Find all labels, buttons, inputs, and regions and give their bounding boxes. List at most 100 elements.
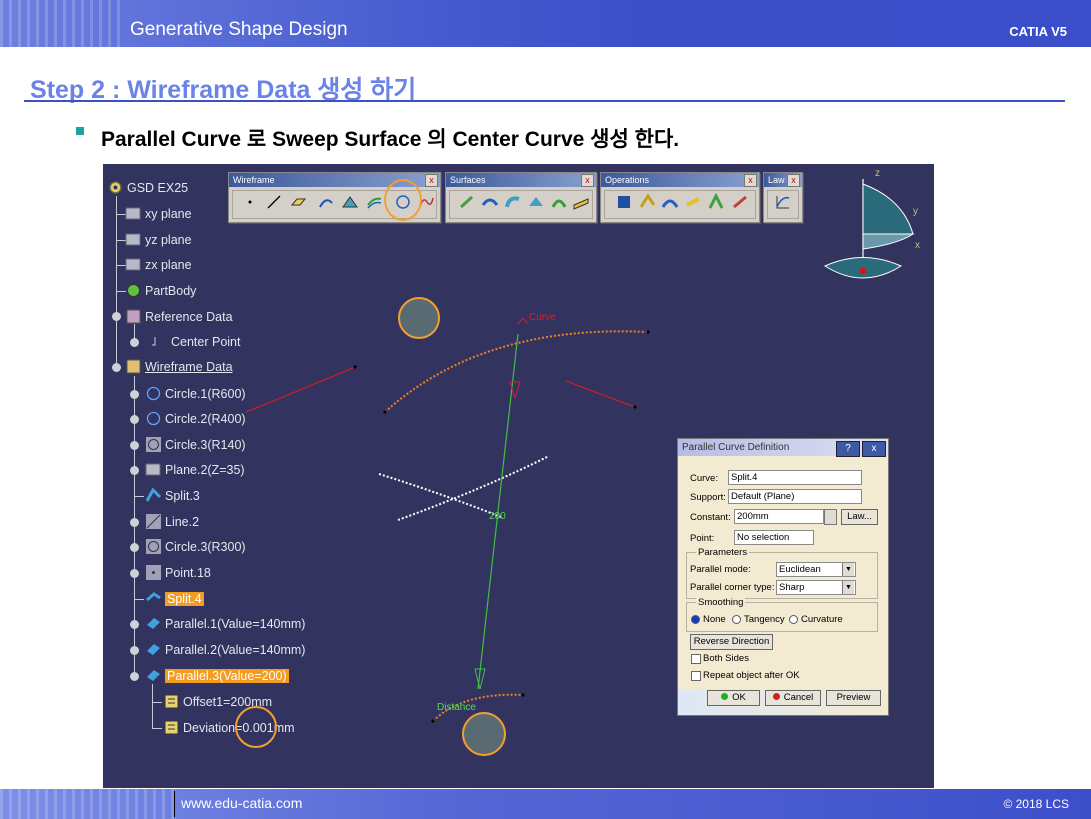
expand-icon[interactable] <box>130 620 139 629</box>
chevron-down-icon[interactable]: ▼ <box>842 563 854 576</box>
both-sides-checkbox[interactable] <box>691 654 701 664</box>
footer-url[interactable]: www.edu-catia.com <box>181 795 302 811</box>
point-field[interactable]: No selection <box>734 530 814 545</box>
expand-icon[interactable] <box>130 646 139 655</box>
expand-icon[interactable] <box>130 466 139 475</box>
tree-item-label: Point.18 <box>165 565 211 580</box>
tree-item-yz-plane[interactable]: yz plane <box>125 231 192 248</box>
expand-icon[interactable] <box>112 312 121 321</box>
chevron-down-icon[interactable]: ▼ <box>842 581 854 594</box>
parallel-curve-dialog[interactable]: Parallel Curve Definition ? x Curve: Spli… <box>677 438 889 716</box>
close-icon[interactable]: x <box>581 174 594 187</box>
tree-item-label: Parallel.1(Value=140mm) <box>165 616 306 631</box>
expand-icon[interactable] <box>130 415 139 424</box>
endpoint-3 <box>383 410 387 414</box>
constant-spinner[interactable] <box>824 509 837 525</box>
tree-item-split-3[interactable]: Split.3 <box>145 487 200 504</box>
parallel-curve-icon <box>147 670 160 681</box>
law-toolbar[interactable]: Law x <box>763 172 803 223</box>
preview-button[interactable]: Preview <box>826 690 881 706</box>
expand-icon[interactable] <box>130 569 139 578</box>
split-icon <box>146 592 161 602</box>
cancel-button[interactable]: Cancel <box>765 690 821 706</box>
offset-tool-icon[interactable] <box>481 193 499 211</box>
header-title: Generative Shape Design <box>130 19 348 40</box>
extrude-tool-icon[interactable] <box>458 193 476 211</box>
close-icon[interactable]: x <box>744 174 757 187</box>
tree-item-partbody[interactable]: PartBody <box>125 282 196 299</box>
constant-field[interactable]: 200mm <box>734 509 824 524</box>
tree-item-label: Circle.3(R300) <box>165 539 246 554</box>
curve-white-2 <box>397 455 550 521</box>
extrapolate-tool-icon[interactable] <box>707 192 725 211</box>
curve-field[interactable]: Split.4 <box>728 470 862 485</box>
repeat-label: Repeat object after OK <box>703 670 800 681</box>
highlight-marker <box>462 712 506 756</box>
expand-icon[interactable] <box>130 390 139 399</box>
geometrical-set-icon <box>126 359 141 374</box>
tree-item-reference-data[interactable]: Reference Data <box>125 308 233 325</box>
operations-toolbar[interactable]: Operations x <box>600 172 760 223</box>
expand-icon[interactable] <box>112 363 121 372</box>
tree-root[interactable]: GSD EX25 <box>107 179 188 196</box>
tree-item-parallel-2[interactable]: Parallel.2(Value=140mm) <box>145 641 305 658</box>
smoothing-tangency-radio[interactable] <box>732 615 741 624</box>
ok-button[interactable]: OK <box>707 690 760 706</box>
law-button[interactable]: Law... <box>841 509 878 525</box>
fillet-tool-icon[interactable] <box>661 193 679 211</box>
close-icon[interactable]: x <box>787 174 800 187</box>
tree-item-split-4[interactable]: Split.4 <box>145 590 204 607</box>
support-field[interactable]: Default (Plane) <box>728 489 862 504</box>
smoothing-curvature-radio[interactable] <box>789 615 798 624</box>
near-tool-icon[interactable] <box>731 193 749 211</box>
tree-root-label: GSD EX25 <box>127 180 189 195</box>
blend-tool-icon[interactable] <box>572 193 590 211</box>
dialog-title-bar[interactable]: Parallel Curve Definition ? x <box>678 439 888 457</box>
tree-item-label: Circle.2(R400) <box>165 411 246 426</box>
split-tool-icon[interactable] <box>638 193 656 211</box>
tree-item-label: Parallel.2(Value=140mm) <box>165 642 306 657</box>
highlight-marker <box>398 297 440 339</box>
loft-tool-icon[interactable] <box>550 193 568 211</box>
catia-viewport[interactable]: z y x Curve 200 Distance Wireframe x Surf… <box>103 164 934 788</box>
surfaces-toolbar[interactable]: Surfaces x <box>445 172 597 223</box>
close-button[interactable]: x <box>862 441 886 457</box>
tree-item-circle-2[interactable]: Circle.2(R400) <box>145 410 246 427</box>
tree-connector <box>134 599 144 600</box>
parallel-curve-tool-icon[interactable] <box>365 193 383 211</box>
tree-item-xy-plane[interactable]: xy plane <box>125 205 192 222</box>
split-icon <box>145 487 162 502</box>
sweep-tool-icon[interactable] <box>504 193 522 211</box>
bullet-text: Parallel Curve 로 Sweep Surface 의 Center … <box>101 128 680 151</box>
reverse-direction-button[interactable]: Reverse Direction <box>690 634 773 650</box>
expand-icon[interactable] <box>130 441 139 450</box>
help-button[interactable]: ? <box>836 441 860 457</box>
distance-label: Distance <box>437 702 476 713</box>
tree-item-parallel-3[interactable]: Parallel.3(Value=200) <box>145 667 289 684</box>
tree-item-parallel-1[interactable]: Parallel.1(Value=140mm) <box>145 615 305 632</box>
tree-item-center-point[interactable]: Center Point <box>147 333 240 350</box>
translate-tool-icon[interactable] <box>684 193 702 211</box>
tree-item-wireframe-data[interactable]: Wireframe Data <box>125 358 233 375</box>
smoothing-none-radio[interactable] <box>691 615 700 624</box>
cancel-icon <box>772 693 780 700</box>
repeat-checkbox[interactable] <box>691 671 701 681</box>
tree-item-circle-3[interactable]: Circle.3(R140) <box>145 436 246 453</box>
tree-item-circle-3-r300[interactable]: Circle.3(R300) <box>145 538 246 555</box>
tree-item-circle-1[interactable]: Circle.1(R600) <box>145 385 246 402</box>
tree-item-point-18[interactable]: Point.18 <box>145 564 211 581</box>
fill-tool-icon[interactable] <box>527 193 545 211</box>
circle-icon <box>146 411 161 426</box>
tree-item-line-2[interactable]: Line.2 <box>145 513 199 530</box>
expand-icon[interactable] <box>130 672 139 681</box>
law-tool-icon[interactable] <box>774 193 792 211</box>
tree-item-plane-2[interactable]: Plane.2(Z=35) <box>145 461 245 478</box>
close-icon[interactable]: x <box>425 174 438 187</box>
parameter-icon <box>164 720 179 735</box>
expand-icon[interactable] <box>130 518 139 527</box>
compass-plane-1 <box>862 183 914 235</box>
expand-icon[interactable] <box>130 338 139 347</box>
tree-item-zx-plane[interactable]: zx plane <box>125 256 192 273</box>
expand-icon[interactable] <box>130 543 139 552</box>
join-tool-icon[interactable] <box>615 193 633 211</box>
